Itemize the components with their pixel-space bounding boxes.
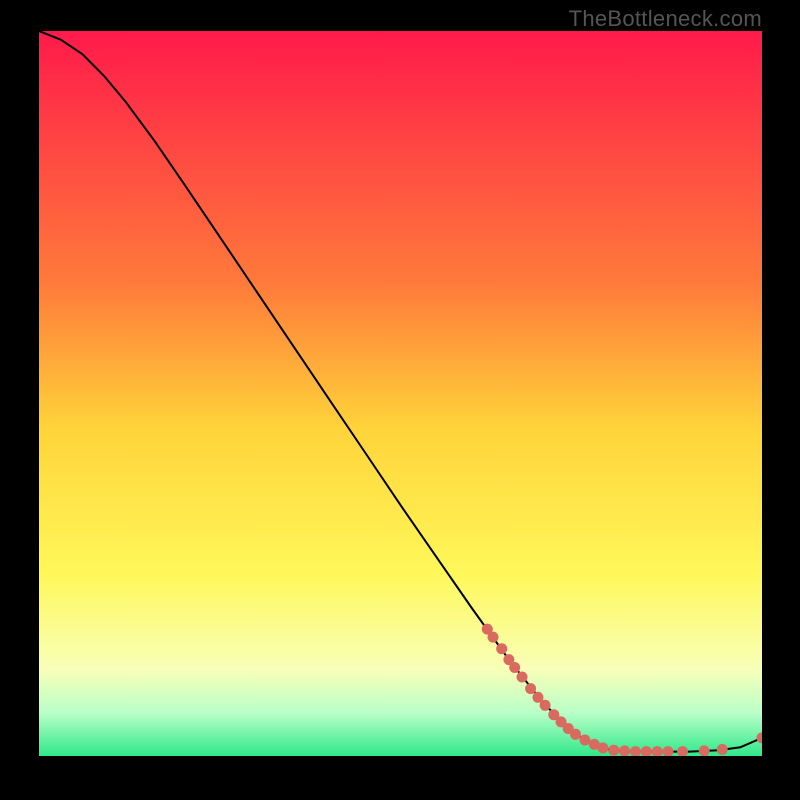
data-marker [570, 729, 581, 740]
data-marker [579, 735, 590, 746]
data-marker [488, 632, 499, 643]
data-marker [496, 643, 507, 654]
data-marker [608, 745, 619, 756]
data-marker [525, 683, 536, 694]
data-marker [619, 745, 630, 756]
bottleneck-chart [39, 31, 762, 756]
data-marker [517, 672, 528, 683]
plot-background [39, 31, 762, 756]
data-marker [509, 662, 520, 673]
chart-canvas [39, 31, 762, 756]
watermark: TheBottleneck.com [569, 6, 762, 32]
data-marker [699, 745, 710, 756]
data-marker [597, 743, 608, 754]
data-marker [717, 744, 728, 755]
data-marker [540, 700, 551, 711]
